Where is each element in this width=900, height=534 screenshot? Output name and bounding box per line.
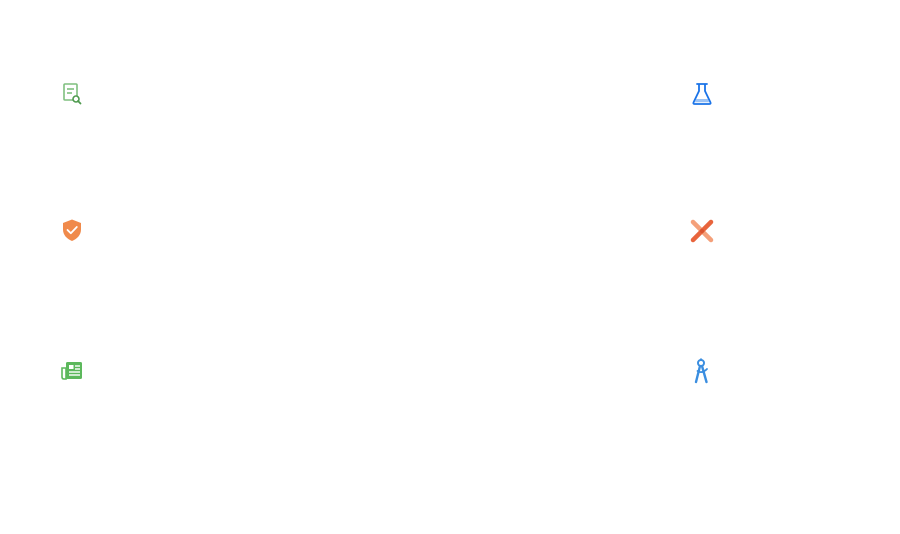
shield-check-icon [60,218,84,242]
document-search-icon [60,82,84,106]
crossed-tools-icon [690,219,714,243]
newspaper-icon [60,359,84,383]
flask-icon [690,82,714,106]
drafting-compass-icon [690,358,714,384]
